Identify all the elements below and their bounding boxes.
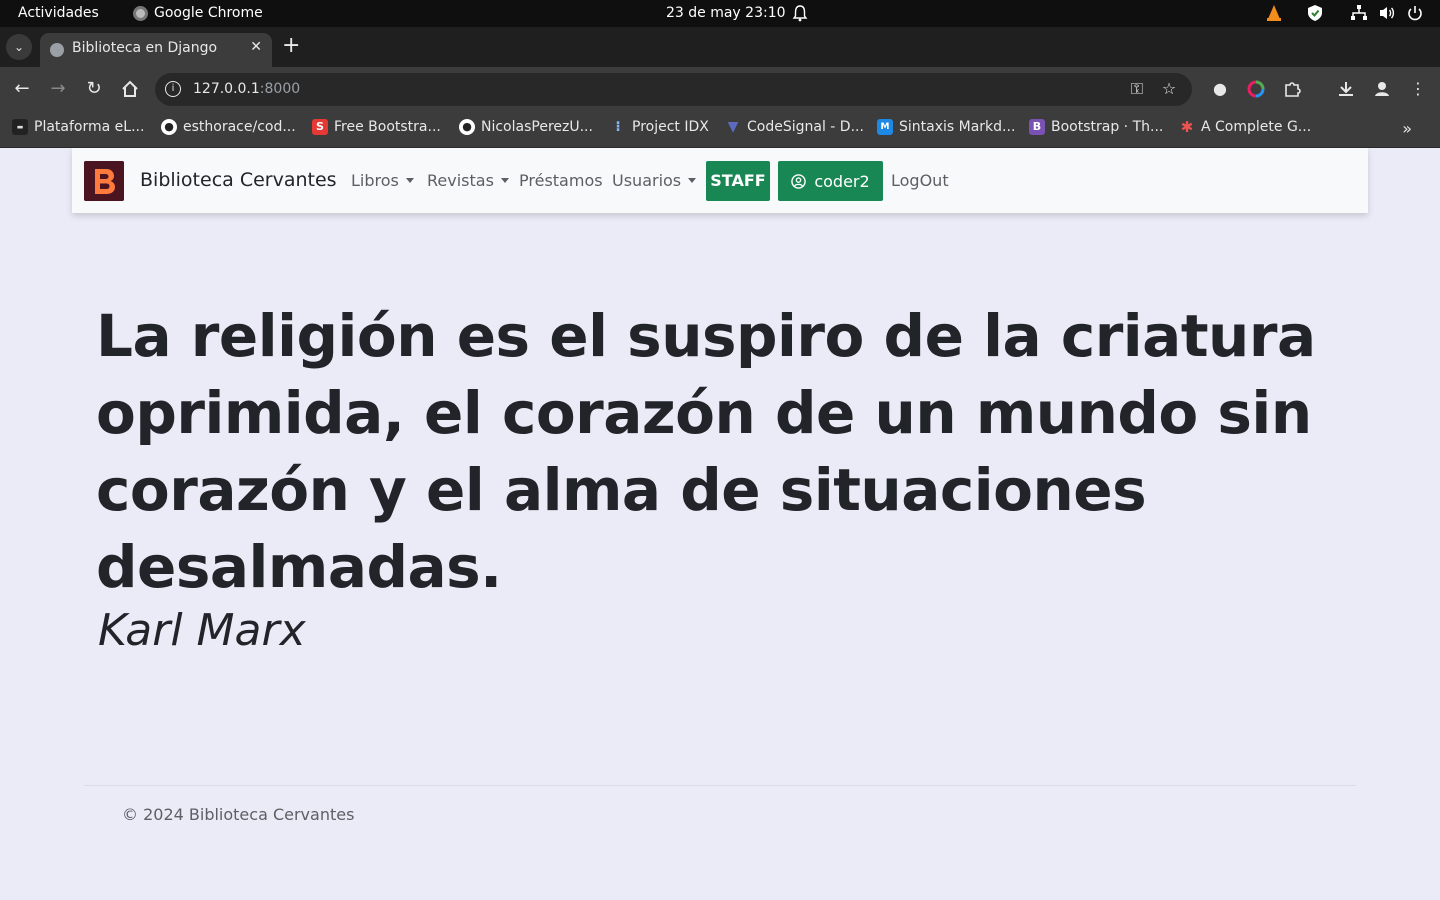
markdown-icon: M bbox=[877, 119, 893, 135]
tab-active[interactable]: Biblioteca en Django ✕ bbox=[40, 33, 272, 67]
bookmark-label: NicolasPerezU... bbox=[481, 119, 593, 135]
bookmark-label: A Complete G... bbox=[1201, 119, 1312, 135]
volume-icon[interactable] bbox=[1378, 4, 1396, 22]
site-navbar: Biblioteca Cervantes Libros Revistas Pré… bbox=[72, 148, 1368, 213]
forward-icon[interactable]: → bbox=[47, 78, 69, 100]
footer-divider bbox=[84, 785, 1356, 786]
nav-usuarios-dropdown[interactable]: Usuarios bbox=[612, 171, 697, 190]
bookmarks-bar: ▬ Plataforma eL... ● esthorace/cod... S Fre… bbox=[0, 112, 1440, 148]
startbootstrap-icon: S bbox=[312, 119, 328, 135]
url-text[interactable]: 127.0.0.1:8000 bbox=[193, 81, 300, 97]
address-bar[interactable]: i 127.0.0.1:8000 ⚿ ☆ bbox=[155, 73, 1192, 106]
app-menu[interactable]: Google Chrome bbox=[133, 5, 263, 21]
nav-revistas-dropdown[interactable]: Revistas bbox=[427, 171, 509, 190]
vlc-icon[interactable] bbox=[1265, 4, 1283, 22]
logout-link[interactable]: LogOut bbox=[891, 171, 949, 190]
bookmarks-overflow-icon[interactable]: » bbox=[1402, 119, 1412, 138]
home-icon[interactable] bbox=[119, 78, 141, 100]
bookmark-item[interactable]: ⁝ Project IDX bbox=[610, 119, 709, 135]
user-name: coder2 bbox=[814, 171, 870, 191]
bookmark-item[interactable]: ● esthorace/cod... bbox=[161, 119, 296, 135]
network-icon[interactable] bbox=[1350, 4, 1368, 22]
brand-name[interactable]: Biblioteca Cervantes bbox=[140, 169, 337, 191]
browser-toolbar: ← → ↻ i 127.0.0.1:8000 ⚿ ☆ ● ⋮ bbox=[0, 67, 1440, 112]
profile-icon[interactable] bbox=[1372, 79, 1392, 99]
info-icon[interactable]: i bbox=[165, 81, 181, 97]
bookmark-item[interactable]: ● NicolasPerezU... bbox=[459, 119, 593, 135]
menu-kebab-icon[interactable]: ⋮ bbox=[1408, 79, 1428, 99]
chrome-icon bbox=[133, 5, 148, 21]
tab-title: Biblioteca en Django bbox=[72, 40, 218, 56]
bookmark-favicon-icon: ▬ bbox=[12, 119, 28, 135]
key-icon[interactable]: ⚿ bbox=[1128, 80, 1146, 98]
power-icon[interactable] bbox=[1406, 4, 1424, 22]
bookmark-label: CodeSignal - D... bbox=[747, 119, 864, 135]
close-icon[interactable]: ✕ bbox=[250, 39, 262, 55]
nav-libros-dropdown[interactable]: Libros bbox=[351, 171, 414, 190]
quote-author: Karl Marx bbox=[98, 605, 306, 656]
system-top-bar: Actividades Google Chrome 23 de may 23:1… bbox=[0, 0, 1440, 27]
user-circle-icon bbox=[791, 173, 807, 189]
nav-prestamos-link[interactable]: Préstamos bbox=[519, 171, 603, 190]
bookmark-label: Sintaxis Markd... bbox=[899, 119, 1016, 135]
tab-strip: ⌄ Biblioteca en Django ✕ + bbox=[0, 27, 1440, 67]
bootstrap-icon: B bbox=[1029, 119, 1045, 135]
quote-text: La religión es el suspiro de la criatura… bbox=[96, 302, 1316, 601]
bookmark-label: esthorace/cod... bbox=[183, 119, 296, 135]
extension-icon[interactable]: ● bbox=[1210, 79, 1230, 99]
download-icon[interactable] bbox=[1336, 79, 1356, 99]
bookmark-label: Bootstrap · Th... bbox=[1051, 119, 1164, 135]
bell-icon[interactable] bbox=[792, 4, 808, 22]
nav-usuarios-label: Usuarios bbox=[612, 171, 682, 190]
reload-icon[interactable]: ↻ bbox=[83, 78, 105, 100]
bookmark-item[interactable]: ✱ A Complete G... bbox=[1179, 119, 1311, 135]
nav-revistas-label: Revistas bbox=[427, 171, 494, 190]
nav-libros-label: Libros bbox=[351, 171, 399, 190]
brand-logo-icon[interactable] bbox=[84, 161, 124, 201]
puzzle-icon[interactable] bbox=[1282, 79, 1302, 99]
back-icon[interactable]: ← bbox=[11, 78, 33, 100]
bookmark-label: Free Bootstra... bbox=[334, 119, 441, 135]
footer-copyright: © 2024 Biblioteca Cervantes bbox=[122, 805, 355, 824]
caret-down-icon bbox=[500, 178, 509, 183]
color-extension-icon[interactable] bbox=[1246, 79, 1266, 99]
new-tab-button[interactable]: + bbox=[282, 33, 300, 58]
codesignal-icon: ▼ bbox=[727, 119, 739, 135]
activities-button[interactable]: Actividades bbox=[18, 5, 99, 21]
github-icon: ● bbox=[459, 119, 475, 135]
app-name: Google Chrome bbox=[154, 5, 263, 21]
asterisk-icon: ✱ bbox=[1180, 118, 1194, 136]
bookmark-label: Plataforma eL... bbox=[34, 119, 145, 135]
caret-down-icon bbox=[405, 178, 414, 183]
shield-icon[interactable] bbox=[1306, 4, 1324, 22]
bookmark-item[interactable]: S Free Bootstra... bbox=[312, 119, 441, 135]
bookmark-item[interactable]: ▬ Plataforma eL... bbox=[12, 119, 144, 135]
bookmark-item[interactable]: ▼ CodeSignal - D... bbox=[725, 119, 864, 135]
user-profile-button[interactable]: coder2 bbox=[778, 161, 883, 201]
github-icon: ● bbox=[161, 119, 177, 135]
clock[interactable]: 23 de may 23:10 bbox=[666, 5, 786, 21]
caret-down-icon bbox=[688, 178, 697, 183]
url-port: :8000 bbox=[259, 81, 301, 97]
tab-search-button[interactable]: ⌄ bbox=[6, 34, 32, 60]
bookmark-item[interactable]: B Bootstrap · Th... bbox=[1029, 119, 1163, 135]
staff-button[interactable]: STAFF bbox=[706, 161, 770, 201]
url-host: 127.0.0.1 bbox=[193, 81, 260, 97]
idx-icon: ⁝ bbox=[615, 119, 621, 135]
globe-icon bbox=[50, 43, 64, 57]
bookmark-label: Project IDX bbox=[632, 119, 709, 135]
star-icon[interactable]: ☆ bbox=[1160, 80, 1178, 98]
bookmark-item[interactable]: M Sintaxis Markd... bbox=[877, 119, 1015, 135]
